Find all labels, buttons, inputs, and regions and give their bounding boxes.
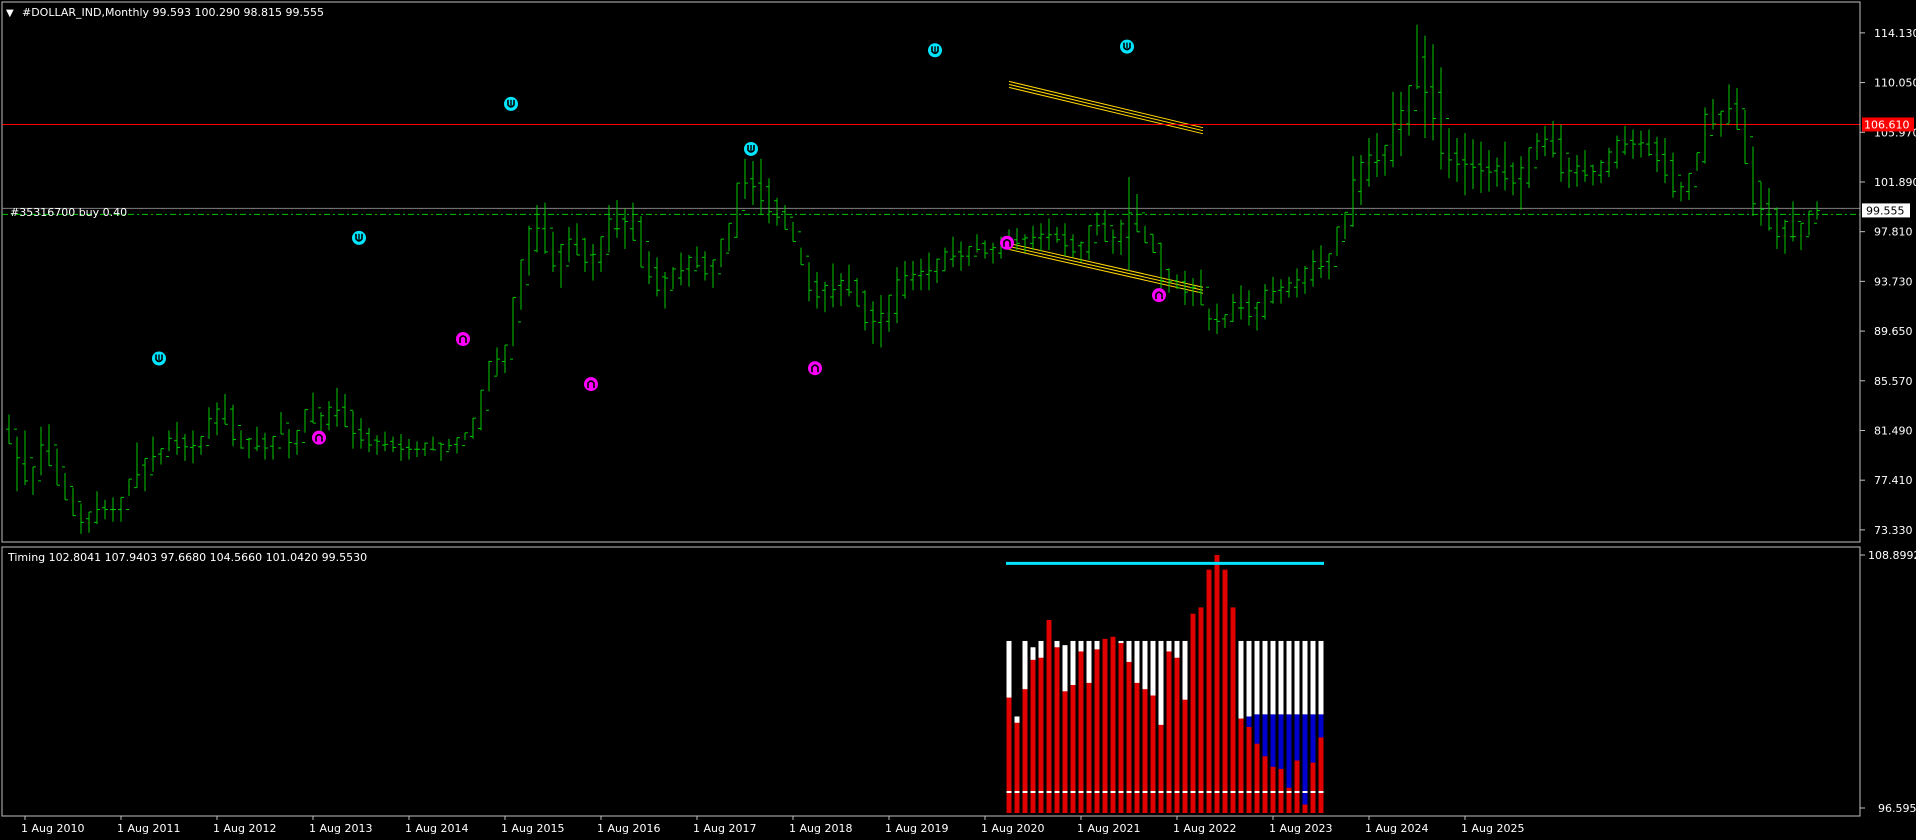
timing-bottom-tick: 96.5957 xyxy=(1878,802,1916,815)
time-tick-label: 1 Aug 2011 xyxy=(117,822,180,835)
timing-histogram-bar xyxy=(1022,640,1028,813)
current-price-tag-text: 99.555 xyxy=(1866,204,1905,217)
fractal-up-arrow-icon xyxy=(504,96,518,111)
time-tick-label: 1 Aug 2019 xyxy=(885,822,948,835)
fractal-down-arrow-icon xyxy=(312,430,326,445)
timing-histogram-bar xyxy=(1006,640,1012,813)
timing-histogram-bar xyxy=(1070,640,1076,813)
order-label[interactable]: #35316700 buy 0.40 xyxy=(10,206,127,219)
fractal-up-arrow-icon xyxy=(1120,39,1134,54)
fractal-up-arrow-icon xyxy=(744,141,758,156)
chart-header: #DOLLAR_IND,Monthly 99.593 100.290 98.81… xyxy=(22,6,324,19)
time-tick-label: 1 Aug 2017 xyxy=(693,822,756,835)
timing-histogram-bar xyxy=(1046,619,1052,813)
timing-histogram-bar xyxy=(1294,640,1300,813)
timing-histogram-bar xyxy=(1142,640,1148,813)
time-tick-label: 1 Aug 2012 xyxy=(213,822,276,835)
price-tick-label: 81.490 xyxy=(1874,424,1913,437)
timing-histogram-bar xyxy=(1222,569,1228,813)
time-tick-label: 1 Aug 2022 xyxy=(1173,822,1236,835)
price-tick-label: 101.890 xyxy=(1874,176,1916,189)
fractal-up-arrow-icon xyxy=(352,230,366,245)
resistance-price-tag: 106.610 xyxy=(1862,117,1914,132)
chart-background xyxy=(0,0,1916,840)
timing-histogram-bar xyxy=(1286,640,1292,813)
fractal-down-arrow-icon xyxy=(1152,288,1166,303)
trading-chart[interactable]: #35316700 buy 0.40 ▼ #DOLLAR_IND,Monthly… xyxy=(0,0,1916,840)
fractal-up-arrow-icon xyxy=(928,43,942,58)
timing-histogram-bar xyxy=(1014,716,1020,813)
price-tick-label: 77.410 xyxy=(1874,474,1913,487)
price-tick-label: 89.650 xyxy=(1874,325,1913,338)
fractal-down-arrow-icon xyxy=(456,332,470,346)
resistance-tag-text: 106.610 xyxy=(1864,118,1910,131)
time-tick-label: 1 Aug 2014 xyxy=(405,822,468,835)
timing-histogram-bar xyxy=(1270,640,1276,813)
timing-histogram-bar xyxy=(1166,640,1172,813)
timing-histogram-bar xyxy=(1310,640,1316,813)
price-tick-label: 114.130 xyxy=(1874,27,1916,40)
fractal-down-arrow-icon xyxy=(584,377,598,392)
price-tick-label: 73.330 xyxy=(1874,524,1913,537)
timing-histogram-bar xyxy=(1054,640,1060,813)
time-tick-label: 1 Aug 2015 xyxy=(501,822,564,835)
timing-top-tick: 108.8992 xyxy=(1868,549,1916,562)
price-tick-label: 97.810 xyxy=(1874,226,1913,239)
timing-histogram-bar xyxy=(1246,640,1252,813)
timing-header: Timing 102.8041 107.9403 97.6680 104.566… xyxy=(7,551,367,564)
timing-histogram-bar xyxy=(1134,640,1140,813)
price-tick-label: 85.570 xyxy=(1874,375,1913,388)
timing-histogram-bar xyxy=(1262,640,1268,813)
time-tick-label: 1 Aug 2024 xyxy=(1365,822,1428,835)
fractal-up-arrow-icon xyxy=(152,351,166,366)
time-tick-label: 1 Aug 2021 xyxy=(1077,822,1140,835)
timing-histogram-bar xyxy=(1190,613,1196,813)
timing-histogram-bar xyxy=(1086,640,1092,813)
timing-histogram-bar xyxy=(1302,640,1308,813)
timing-histogram-bar xyxy=(1062,645,1068,813)
timing-histogram-bar xyxy=(1318,640,1324,813)
time-tick-label: 1 Aug 2013 xyxy=(309,822,372,835)
timing-histogram-bar xyxy=(1102,638,1108,813)
current-price-tag: 99.555 xyxy=(1862,203,1910,218)
time-tick-label: 1 Aug 2020 xyxy=(981,822,1044,835)
timing-histogram-bar xyxy=(1206,569,1212,813)
timing-histogram-bar xyxy=(1150,640,1156,813)
price-tick-label: 110.050 xyxy=(1874,77,1916,90)
timing-histogram-bar xyxy=(1110,636,1116,813)
timing-histogram-bar xyxy=(1038,640,1044,813)
collapse-arrow-icon[interactable]: ▼ xyxy=(6,8,14,19)
timing-histogram-bar xyxy=(1198,607,1204,813)
fractal-down-arrow-icon xyxy=(1000,235,1014,250)
timing-histogram-bar xyxy=(1182,640,1188,813)
timing-histogram-bar xyxy=(1278,640,1284,813)
time-tick-label: 1 Aug 2016 xyxy=(597,822,660,835)
timing-histogram-bar xyxy=(1230,607,1236,813)
time-tick-label: 1 Aug 2025 xyxy=(1461,822,1524,835)
timing-histogram-bar xyxy=(1254,640,1260,813)
time-tick-label: 1 Aug 2018 xyxy=(789,822,852,835)
timing-histogram-bar xyxy=(1126,640,1132,813)
price-tick-label: 93.730 xyxy=(1874,275,1913,288)
time-tick-label: 1 Aug 2010 xyxy=(21,822,84,835)
timing-histogram-bar xyxy=(1030,647,1036,813)
timing-histogram-bar xyxy=(1238,640,1244,813)
time-tick-label: 1 Aug 2023 xyxy=(1269,822,1332,835)
timing-histogram-bar xyxy=(1174,640,1180,813)
timing-histogram-bar xyxy=(1078,640,1084,813)
timing-histogram-bar xyxy=(1118,640,1124,813)
timing-histogram-bar xyxy=(1094,640,1100,813)
timing-histogram-bar xyxy=(1214,554,1220,813)
fractal-down-arrow-icon xyxy=(808,361,822,376)
timing-histogram-bar xyxy=(1158,640,1164,813)
